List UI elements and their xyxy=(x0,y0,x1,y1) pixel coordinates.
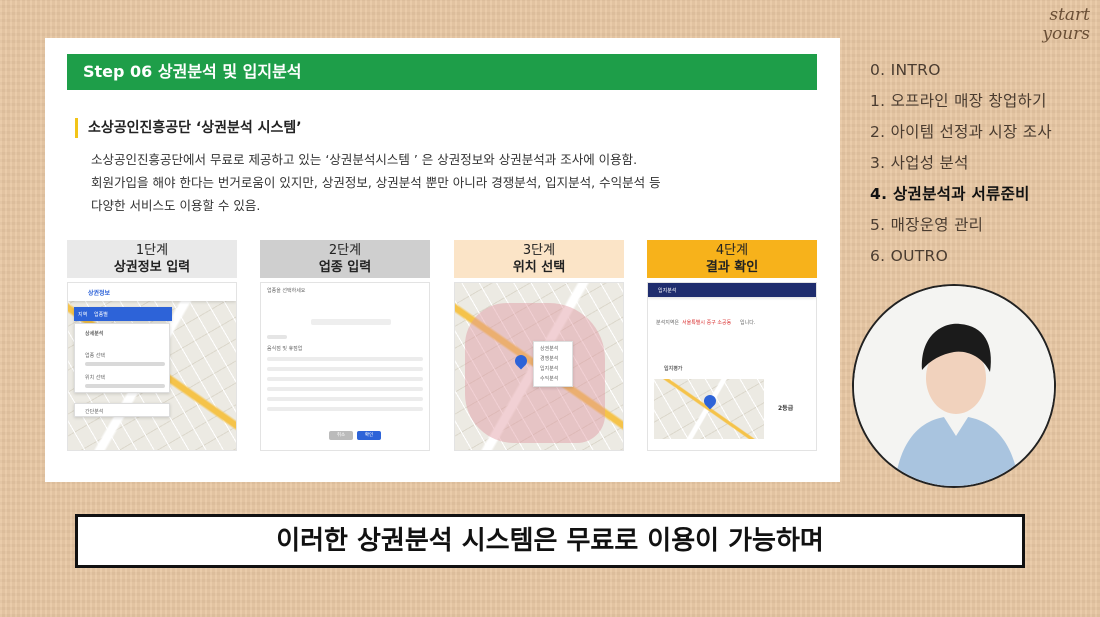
mini-input xyxy=(85,362,165,366)
mini-input xyxy=(85,384,165,388)
mini-header: 상권정보 xyxy=(68,283,236,301)
mini-menu-item: 경쟁분석 xyxy=(540,356,559,362)
mini-grade: 2등급 xyxy=(778,405,794,412)
step-screenshot: 입지분석 분석지역은 서울특별시 중구 소공동 입니다. 입지평가 2등급 xyxy=(647,282,817,451)
toc-item: 6. OUTRO xyxy=(870,247,949,265)
step-card-header: 1단계 상권정보 입력 xyxy=(67,240,237,278)
description-line: 소상공인진흥공단에서 무료로 제공하고 있는 ‘상권분석시스템 ’ 은 상권정보… xyxy=(91,152,638,167)
toc-item-active: 4. 상권분석과 서류준비 xyxy=(870,185,1030,203)
logo-line1: start xyxy=(1049,5,1090,25)
mini-row xyxy=(267,357,423,361)
channel-logo: start yours xyxy=(1020,6,1090,52)
mini-context-menu: 상권분석 경쟁분석 입지분석 수익분석 xyxy=(533,341,573,387)
mini-section: 입지평가 xyxy=(664,366,683,372)
mini-tab: 입지분석 xyxy=(658,288,677,294)
logo-line2: yours xyxy=(1042,24,1090,44)
subtitle-caption: 이러한 상권분석 시스템은 무료로 이용이 가능하며 xyxy=(75,514,1025,568)
mini-row xyxy=(267,367,423,371)
step-card-1: 1단계 상권정보 입력 상권정보 지역 업종별 상세분석 업종 선택 위치 선택 xyxy=(67,240,237,455)
mini-cancel-button: 취소 xyxy=(329,431,353,440)
toc-item: 0. INTRO xyxy=(870,61,941,79)
mini-menu-item: 입지분석 xyxy=(540,366,559,372)
step-card-2: 2단계 업종 입력 업종을 선택하세요 음식점 및 휴점업 취소 확인 xyxy=(260,240,430,455)
mini-menu-item: 상권분석 xyxy=(540,346,559,352)
mini-nav-bar: 입지분석 xyxy=(648,283,816,297)
mini-menu-item: 상세분석 xyxy=(85,331,104,337)
toc-item: 3. 사업성 분석 xyxy=(870,154,969,172)
step-card-header: 2단계 업종 입력 xyxy=(260,240,430,278)
step-screenshot: 상권분석 경쟁분석 입지분석 수익분석 xyxy=(454,282,624,451)
presenter-illustration xyxy=(854,286,1054,486)
description-line: 다양한 서비스도 이용할 수 있음. xyxy=(91,198,261,213)
mini-field: 위치 선택 xyxy=(85,375,105,381)
toc-item: 2. 아이템 선정과 시장 조사 xyxy=(870,123,1052,141)
presentation-slide: Step 06 상권분석 및 입지분석 소상공인진흥공단 ‘상권분석 시스템’ … xyxy=(45,38,840,482)
step-title-bar: Step 06 상권분석 및 입지분석 xyxy=(67,54,817,90)
step-number: 1단계 xyxy=(135,243,169,258)
step-cards: 1단계 상권정보 입력 상권정보 지역 업종별 상세분석 업종 선택 위치 선택 xyxy=(67,240,819,455)
mini-tab: 지역 xyxy=(78,312,88,318)
mini-area-prefix: 분석지역은 xyxy=(656,320,680,326)
mini-sub-text: 음식점 및 휴점업 xyxy=(267,346,303,352)
step-number: 4단계 xyxy=(715,243,749,258)
step-number: 2단계 xyxy=(328,243,362,258)
presenter-video xyxy=(852,284,1056,488)
mini-search-bar: 지역 업종별 xyxy=(74,307,172,321)
section-title: 소상공인진흥공단 ‘상권분석 시스템’ xyxy=(75,118,302,138)
mini-row xyxy=(267,387,423,391)
step-label: 상권정보 입력 xyxy=(113,260,191,275)
step-number: 3단계 xyxy=(522,243,556,258)
mini-menu-panel: 상세분석 업종 선택 위치 선택 xyxy=(74,323,170,393)
step-card-4: 4단계 결과 확인 입지분석 분석지역은 서울특별시 중구 소공동 입니다. 입… xyxy=(647,240,817,455)
step-card-3: 3단계 위치 선택 상권분석 경쟁분석 입지분석 수익분석 xyxy=(454,240,624,455)
mini-tab: 업종별 xyxy=(94,312,108,318)
mini-menu-item: 수익분석 xyxy=(540,376,559,382)
step-label: 업종 입력 xyxy=(318,260,372,275)
toc-item: 5. 매장운영 관리 xyxy=(870,216,984,234)
step-card-header: 4단계 결과 확인 xyxy=(647,240,817,278)
step-screenshot: 상권정보 지역 업종별 상세분석 업종 선택 위치 선택 간단분석 xyxy=(67,282,237,451)
slide-description: 소상공인진흥공단에서 무료로 제공하고 있는 ‘상권분석시스템 ’ 은 상권정보… xyxy=(91,148,791,217)
mini-row xyxy=(267,397,423,401)
mini-brand: 상권정보 xyxy=(88,290,111,297)
mini-area-name: 서울특별시 중구 소공동 xyxy=(682,320,732,326)
mini-confirm-button: 확인 xyxy=(357,431,381,440)
mini-area-suffix: 입니다. xyxy=(740,320,756,326)
mini-menu-item: 간단분석 xyxy=(85,409,104,415)
mini-chip xyxy=(267,335,287,339)
step-label: 결과 확인 xyxy=(705,260,759,275)
table-of-contents: 0. INTRO 1. 오프라인 매장 창업하기 2. 아이템 선정과 시장 조… xyxy=(870,55,1052,272)
mini-row xyxy=(267,377,423,381)
mini-row xyxy=(267,407,423,411)
mini-search xyxy=(311,319,391,325)
description-line: 회원가입을 해야 한다는 번거로움이 있지만, 상권정보, 상권분석 뿐만 아니… xyxy=(91,175,661,190)
step-screenshot: 업종을 선택하세요 음식점 및 휴점업 취소 확인 xyxy=(260,282,430,451)
mini-menu-panel: 간단분석 xyxy=(74,403,170,417)
step-card-header: 3단계 위치 선택 xyxy=(454,240,624,278)
toc-item: 1. 오프라인 매장 창업하기 xyxy=(870,92,1047,110)
mini-field: 업종 선택 xyxy=(85,353,105,359)
step-label: 위치 선택 xyxy=(512,260,566,275)
mini-header-text: 업종을 선택하세요 xyxy=(267,288,306,294)
